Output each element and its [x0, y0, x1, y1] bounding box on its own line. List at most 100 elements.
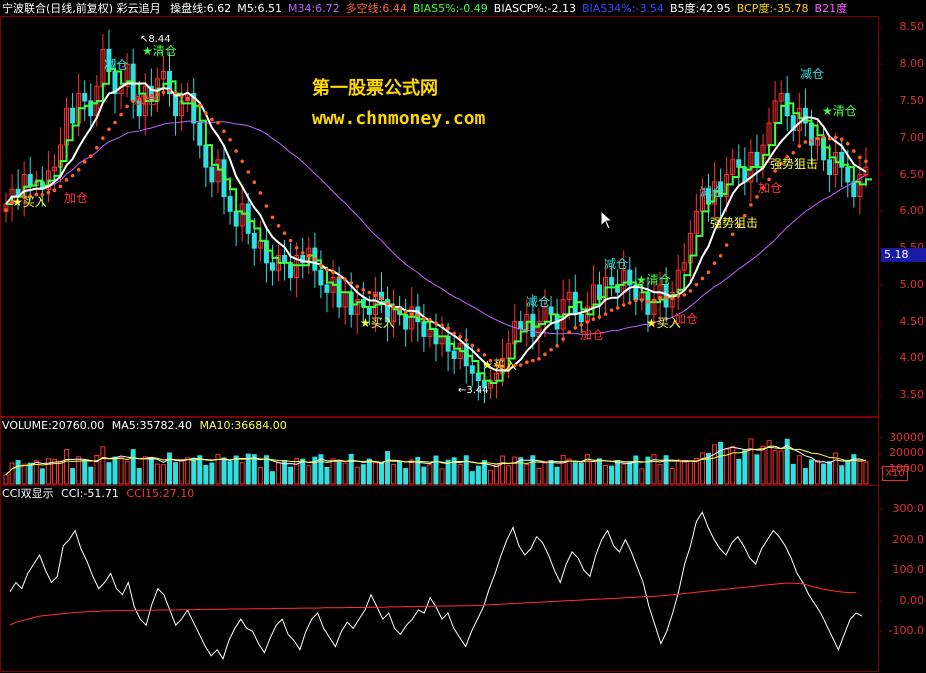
volume-bar: [167, 452, 173, 485]
volume-bar: [39, 468, 45, 485]
candle-body: [27, 174, 33, 187]
duokong-dot: [525, 360, 529, 365]
duokong-dot: [167, 88, 172, 93]
volume-bar: [106, 462, 112, 485]
candle-body: [251, 232, 257, 249]
duokong-dot: [191, 98, 196, 103]
duokong-dot: [640, 298, 644, 302]
duokong-dot: [64, 178, 69, 182]
volume-bar: [51, 458, 57, 485]
candle-body: [203, 144, 209, 168]
volume-bar: [554, 466, 560, 485]
duokong-dot: [597, 315, 602, 319]
volume-bar: [112, 456, 118, 485]
duokong-dot: [82, 160, 87, 164]
volume-bar: [754, 454, 760, 485]
volume-bar: [378, 462, 384, 485]
duokong-dot: [470, 343, 475, 348]
signal-jiancang-2: 减仓: [800, 67, 825, 81]
volume-bar: [512, 456, 518, 485]
duokong-dot: [682, 293, 687, 297]
low-price-label: ←3.44: [458, 385, 489, 396]
volume-ma10: MA10:36684.00: [199, 419, 287, 432]
duokong-dot: [409, 312, 414, 316]
duokong-dot: [858, 155, 862, 160]
volume-bar: [572, 462, 578, 485]
volume-bar: [409, 459, 415, 485]
volume-bar: [796, 455, 802, 485]
candle-body: [736, 159, 742, 168]
volume-bar: [154, 463, 160, 485]
volume-bar: [712, 444, 718, 485]
volume-bar: [736, 458, 742, 485]
duokong-dot: [434, 321, 438, 325]
volume-bar: [542, 462, 548, 485]
volume-bar: [469, 471, 475, 485]
duokong-dot: [724, 243, 729, 247]
duokong-dot: [58, 184, 63, 189]
duokong-dot: [718, 254, 723, 258]
volume-bar: [257, 466, 263, 485]
volume-bar: [366, 458, 372, 485]
duokong-dot: [561, 337, 565, 341]
volume-bar: [718, 441, 724, 485]
signal-buy-3: ★买入: [482, 358, 517, 372]
duokong-dot: [276, 224, 281, 228]
watermark-url: www.chnmoney.com: [312, 108, 486, 129]
volume-bar: [639, 468, 645, 485]
duokong-dot: [803, 140, 808, 144]
duokong-dot: [845, 141, 850, 146]
volume-bar: [300, 458, 306, 485]
candle-body: [578, 313, 584, 323]
volume-bar: [342, 462, 348, 485]
duokong-dot: [161, 90, 166, 95]
candle-body: [70, 107, 76, 124]
duokong-dot: [228, 137, 232, 142]
signal-strong-1: 强势狙击: [710, 216, 759, 230]
duokong-dot: [52, 188, 57, 193]
volume-bar: [827, 461, 833, 485]
volume-bar: [403, 468, 409, 485]
duokong-dot: [543, 352, 547, 357]
cci-axis-label: -100.0: [888, 624, 924, 638]
cci-label: CCI双显示: [2, 487, 54, 500]
duokong-dot: [337, 275, 341, 280]
volume-bar: [263, 455, 269, 485]
candle-body: [227, 196, 233, 212]
duokong-dot: [107, 127, 111, 132]
candle-body: [845, 166, 851, 183]
volume-bar: [173, 462, 179, 485]
volume-bar: [348, 453, 354, 485]
duokong-dot: [391, 304, 396, 309]
volume-bar: [3, 474, 9, 485]
duokong-dot: [864, 159, 868, 164]
volume-bar: [221, 457, 227, 485]
duokong-dot: [797, 144, 802, 148]
candle-body: [827, 159, 833, 176]
volume-bar: [160, 464, 166, 485]
volume-bar: [9, 462, 15, 485]
duokong-dot: [833, 135, 838, 140]
duokong-dot: [361, 287, 366, 292]
volume-bar: [657, 463, 663, 485]
volume-bar: [148, 456, 154, 485]
volume-bar: [730, 446, 736, 485]
duokong-dot: [700, 276, 705, 281]
mouse-cursor-icon: [600, 210, 614, 230]
duokong-dot: [216, 120, 220, 125]
duokong-dot: [258, 191, 263, 195]
duokong-dot: [579, 323, 584, 327]
signal-jiacang-2: 加仓: [134, 93, 159, 107]
duokong-dot: [240, 159, 244, 164]
duokong-dot: [46, 190, 51, 195]
volume-bar: [88, 466, 94, 485]
duokong-dot: [755, 195, 759, 199]
volume-bar: [118, 457, 124, 485]
duokong-dot: [531, 358, 535, 363]
signal-jiancang-3: 减仓: [604, 257, 629, 271]
header-indicator-3: 多空线:6.44: [345, 2, 407, 15]
volume-bar: [269, 471, 275, 485]
header-indicator-8: BCP度:-35.78: [736, 2, 809, 15]
volume-header: VOLUME:20760.00 MA5:35782.40 MA10:36684.…: [2, 419, 287, 433]
volume-bar: [802, 468, 808, 485]
